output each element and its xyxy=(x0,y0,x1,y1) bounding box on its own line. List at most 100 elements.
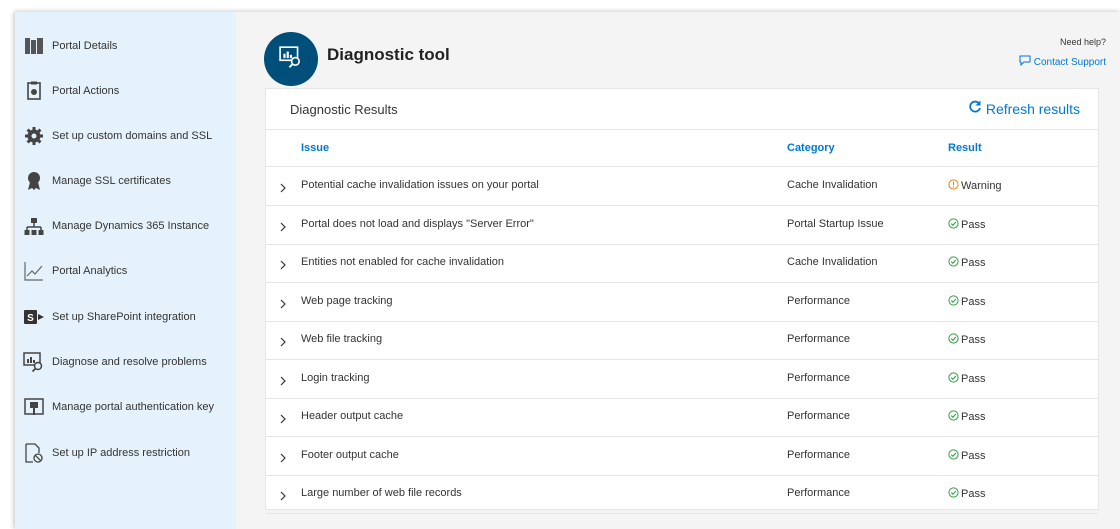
app-window: Portal Details Portal Actions Set up cus… xyxy=(15,12,1120,529)
checkmark-icon xyxy=(948,333,961,347)
category-cell: Performance xyxy=(787,487,850,499)
chevron-right-icon[interactable] xyxy=(279,334,287,352)
sidebar-item-label: Portal Details xyxy=(52,40,118,52)
refresh-results-label: Refresh results xyxy=(985,100,1080,117)
result-label: Pass xyxy=(961,218,986,231)
issue-cell: Web page tracking xyxy=(301,294,393,307)
column-header-result[interactable]: Result xyxy=(948,142,982,154)
category-cell: Portal Startup Issue xyxy=(787,217,884,230)
diagnostic-tool-badge xyxy=(264,32,318,86)
sidebar-item-portal-actions[interactable]: Portal Actions xyxy=(15,71,236,111)
issue-cell: Footer output cache xyxy=(301,448,399,461)
sidebar-item-custom-domains[interactable]: Set up custom domains and SSL xyxy=(15,116,236,156)
table-row[interactable]: Web page tracking Performance Pass xyxy=(266,283,1098,322)
result-label: Pass xyxy=(961,449,986,462)
result-label: Pass xyxy=(961,334,986,346)
result-cell: Pass xyxy=(948,256,985,270)
table-row[interactable]: Header output cache Performance Pass xyxy=(266,398,1098,437)
diagnose-icon xyxy=(23,351,45,373)
key-icon xyxy=(23,396,45,418)
need-help-text: Need help? xyxy=(1059,37,1106,47)
sidebar-item-label: Portal Analytics xyxy=(52,265,128,277)
sidebar-item-label: Diagnose and resolve problems xyxy=(52,356,207,368)
refresh-icon xyxy=(968,100,986,117)
analytics-icon xyxy=(23,260,45,282)
warning-icon xyxy=(948,179,961,193)
sidebar-item-label: Set up SharePoint integration xyxy=(52,311,196,323)
table-header: Issue Category Result xyxy=(266,130,1098,167)
sidebar-item-ip-restriction[interactable]: Set up IP address restriction xyxy=(15,433,236,473)
issue-cell: Web file tracking xyxy=(301,333,383,345)
issue-cell: Login tracking xyxy=(301,371,370,384)
chevron-right-icon[interactable] xyxy=(279,257,287,275)
table-row[interactable]: Web file tracking Performance Pass xyxy=(266,321,1098,360)
portal-actions-icon xyxy=(23,80,45,102)
chevron-right-icon[interactable] xyxy=(279,411,287,429)
table-row[interactable]: Potential cache invalidation issues on y… xyxy=(266,167,1098,206)
sharepoint-icon: S xyxy=(23,306,45,328)
main-content: Diagnostic tool Need help? Contact Suppo… xyxy=(236,12,1120,529)
sidebar-item-dynamics-instance[interactable]: Manage Dynamics 365 Instance xyxy=(15,206,236,246)
category-cell: Cache Invalidation xyxy=(787,256,878,268)
issue-cell: Header output cache xyxy=(301,410,404,422)
checkmark-icon xyxy=(948,217,961,232)
result-cell: Warning xyxy=(948,179,1002,193)
result-label: Pass xyxy=(961,372,986,385)
checkmark-icon xyxy=(948,448,961,463)
result-label: Pass xyxy=(961,411,986,423)
result-label: Pass xyxy=(961,257,986,269)
result-label: Pass xyxy=(961,295,986,308)
sidebar-item-label: Manage Dynamics 365 Instance xyxy=(52,220,210,232)
sidebar: Portal Details Portal Actions Set up cus… xyxy=(15,12,236,529)
category-cell: Performance xyxy=(787,410,850,422)
issue-cell: Entities not enabled for cache invalidat… xyxy=(301,256,505,268)
table-row[interactable]: Login tracking Performance Pass xyxy=(266,360,1098,399)
category-cell: Performance xyxy=(787,333,850,345)
column-header-issue[interactable]: Issue xyxy=(301,142,329,154)
sidebar-item-portal-analytics[interactable]: Portal Analytics xyxy=(15,251,236,291)
diagnostic-results-panel: Diagnostic Results Refresh results Issue… xyxy=(265,88,1099,514)
checkmark-icon xyxy=(948,487,961,501)
checkmark-icon xyxy=(948,294,961,309)
chevron-right-icon[interactable] xyxy=(279,180,287,198)
table-row[interactable]: Portal does not load and displays "Serve… xyxy=(266,206,1098,245)
diagnose-icon xyxy=(279,45,303,74)
checkmark-icon xyxy=(948,410,961,424)
result-cell: Pass xyxy=(948,448,986,463)
result-cell: Pass xyxy=(948,371,986,386)
sidebar-item-diagnose[interactable]: Diagnose and resolve problems xyxy=(15,342,236,382)
checkmark-icon xyxy=(948,256,961,270)
sidebar-item-label: Set up IP address restriction xyxy=(52,447,190,459)
page-title: Diagnostic tool xyxy=(327,45,450,64)
result-cell: Pass xyxy=(948,410,985,424)
gear-icon xyxy=(23,125,45,147)
sidebar-item-label: Set up custom domains and SSL xyxy=(52,130,213,142)
category-cell: Performance xyxy=(787,294,850,307)
hierarchy-icon xyxy=(23,215,45,237)
chevron-right-icon[interactable] xyxy=(279,219,287,237)
table-row[interactable]: Footer output cache Performance Pass xyxy=(266,437,1098,476)
column-header-category[interactable]: Category xyxy=(787,142,835,154)
result-cell: Pass xyxy=(948,217,986,232)
result-cell: Pass xyxy=(948,333,985,347)
category-cell: Performance xyxy=(787,371,850,384)
sidebar-item-sharepoint[interactable]: S Set up SharePoint integration xyxy=(15,297,236,337)
table-row[interactable]: Entities not enabled for cache invalidat… xyxy=(266,244,1098,283)
chevron-right-icon[interactable] xyxy=(279,373,287,391)
sidebar-item-auth-key[interactable]: Manage portal authentication key xyxy=(15,387,236,427)
sidebar-item-label: Manage portal authentication key xyxy=(52,401,215,413)
sidebar-item-ssl-certificates[interactable]: Manage SSL certificates xyxy=(15,161,236,201)
issue-cell: Potential cache invalidation issues on y… xyxy=(301,179,539,191)
refresh-results-button[interactable]: Refresh results xyxy=(968,100,1080,117)
result-cell: Pass xyxy=(948,487,985,501)
sidebar-item-portal-details[interactable]: Portal Details xyxy=(15,26,236,66)
chat-icon xyxy=(1019,55,1034,69)
chevron-right-icon[interactable] xyxy=(279,488,287,506)
sidebar-item-label: Portal Actions xyxy=(52,85,120,97)
sidebar-item-label: Manage SSL certificates xyxy=(52,175,171,187)
contact-support-link[interactable]: Contact Support xyxy=(1019,55,1106,69)
chevron-right-icon[interactable] xyxy=(279,450,287,468)
table-row[interactable]: Large number of web file records Performa… xyxy=(266,475,1098,514)
chevron-right-icon[interactable] xyxy=(279,296,287,314)
result-cell: Pass xyxy=(948,294,986,309)
